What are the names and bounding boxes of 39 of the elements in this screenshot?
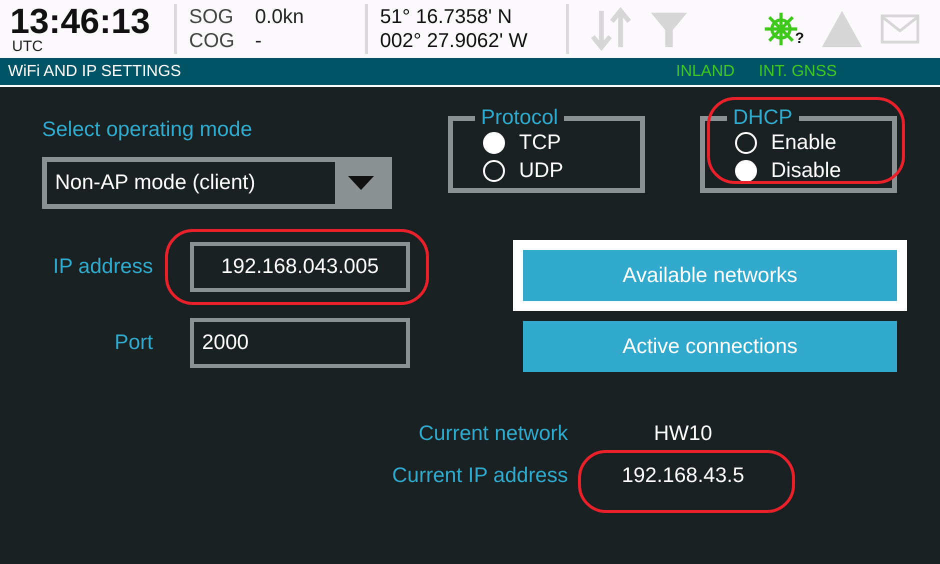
- latitude: 51° 16.7358' N: [380, 5, 513, 29]
- info-value: HW10: [654, 422, 712, 446]
- clock-time: 13:46:13: [10, 4, 152, 38]
- mode-dropdown[interactable]: Non-AP mode (client): [42, 157, 392, 209]
- sog-value: 0.0kn: [255, 5, 305, 29]
- cog-value: -: [255, 29, 263, 53]
- input-field[interactable]: 2000: [190, 318, 410, 368]
- longitude: 002° 27.9062' W: [380, 29, 528, 53]
- group-legend: DHCP: [727, 107, 799, 129]
- radio-label: Enable: [771, 131, 836, 155]
- radio-option[interactable]: TCP: [483, 129, 640, 157]
- radio-button[interactable]: [483, 132, 505, 154]
- group-legend: Protocol: [475, 107, 564, 129]
- status-indicator: INT. GNSS: [758, 62, 837, 80]
- radio-button[interactable]: [483, 160, 505, 182]
- radio-button[interactable]: [735, 160, 757, 182]
- up-down-arrows-icon[interactable]: [589, 7, 633, 51]
- radio-button[interactable]: [735, 132, 757, 154]
- radio-option[interactable]: Enable: [735, 129, 892, 157]
- info-label: Current IP address: [391, 464, 568, 488]
- radio-label: Disable: [771, 159, 842, 183]
- timezone: UTC: [11, 38, 44, 54]
- field-label: Port: [113, 331, 153, 355]
- info-label: Current network: [418, 422, 568, 446]
- field-label: IP address: [52, 255, 153, 279]
- radio-option[interactable]: Disable: [735, 157, 892, 185]
- radio-label: TCP: [519, 131, 561, 155]
- radio-label: UDP: [519, 159, 564, 183]
- input-field[interactable]: 192.168.043.005: [190, 242, 410, 292]
- sog-label: SOG: [189, 5, 234, 29]
- status-indicator: INLAND: [676, 62, 735, 80]
- info-value: 192.168.43.5: [622, 464, 744, 488]
- envelope-icon[interactable]: [880, 14, 920, 44]
- caret-icon: [348, 176, 374, 190]
- radio-option[interactable]: UDP: [483, 157, 640, 185]
- mode-label: Select operating mode: [42, 117, 254, 143]
- question-mark: ?: [795, 31, 804, 47]
- cog-label: COG: [189, 29, 236, 53]
- page-title: WiFi AND IP SETTINGS: [7, 62, 182, 80]
